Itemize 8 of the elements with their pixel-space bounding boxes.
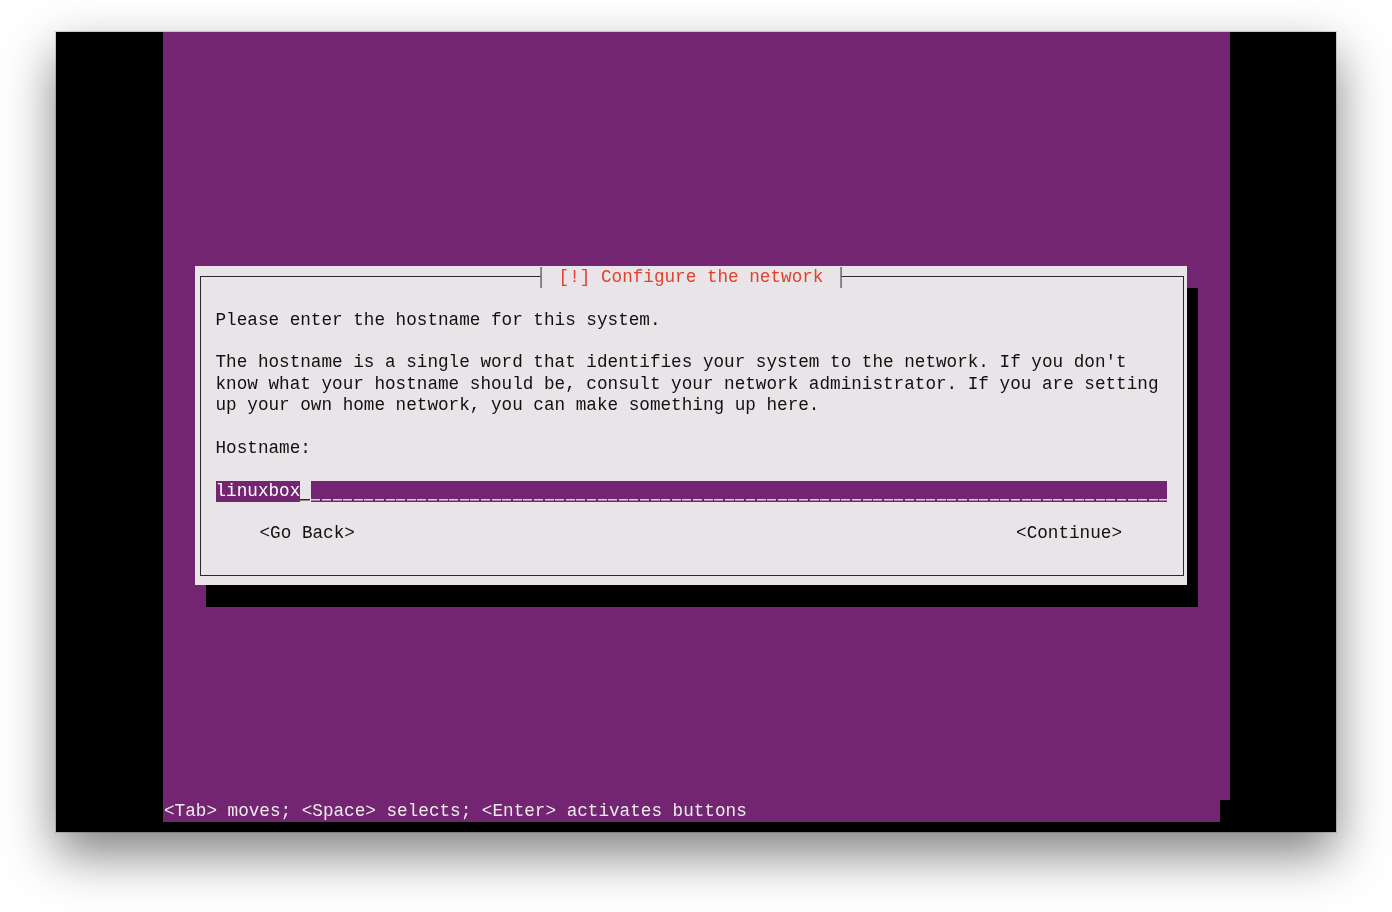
- dialog-title: [!] Configure the network: [540, 267, 842, 289]
- dialog-paragraph: Please enter the hostname for this system.: [215, 309, 662, 331]
- hostname-field[interactable]: linuxbox: [215, 480, 1167, 503]
- dialog-button[interactable]: <Go Back>: [259, 523, 355, 545]
- dialog-button[interactable]: <Continue>: [1016, 523, 1122, 545]
- dialog-paragraph: The hostname is a single word that identifies your system to the network. If you don't know what your hostname should be, consult your network administrator. If you are setting up your own home network, you can make something up here.: [215, 352, 1160, 417]
- status-bar: <Tab> moves; <Space> selects; <Enter> activates buttons: [163, 800, 1220, 822]
- field-label: Hostname:: [215, 437, 311, 460]
